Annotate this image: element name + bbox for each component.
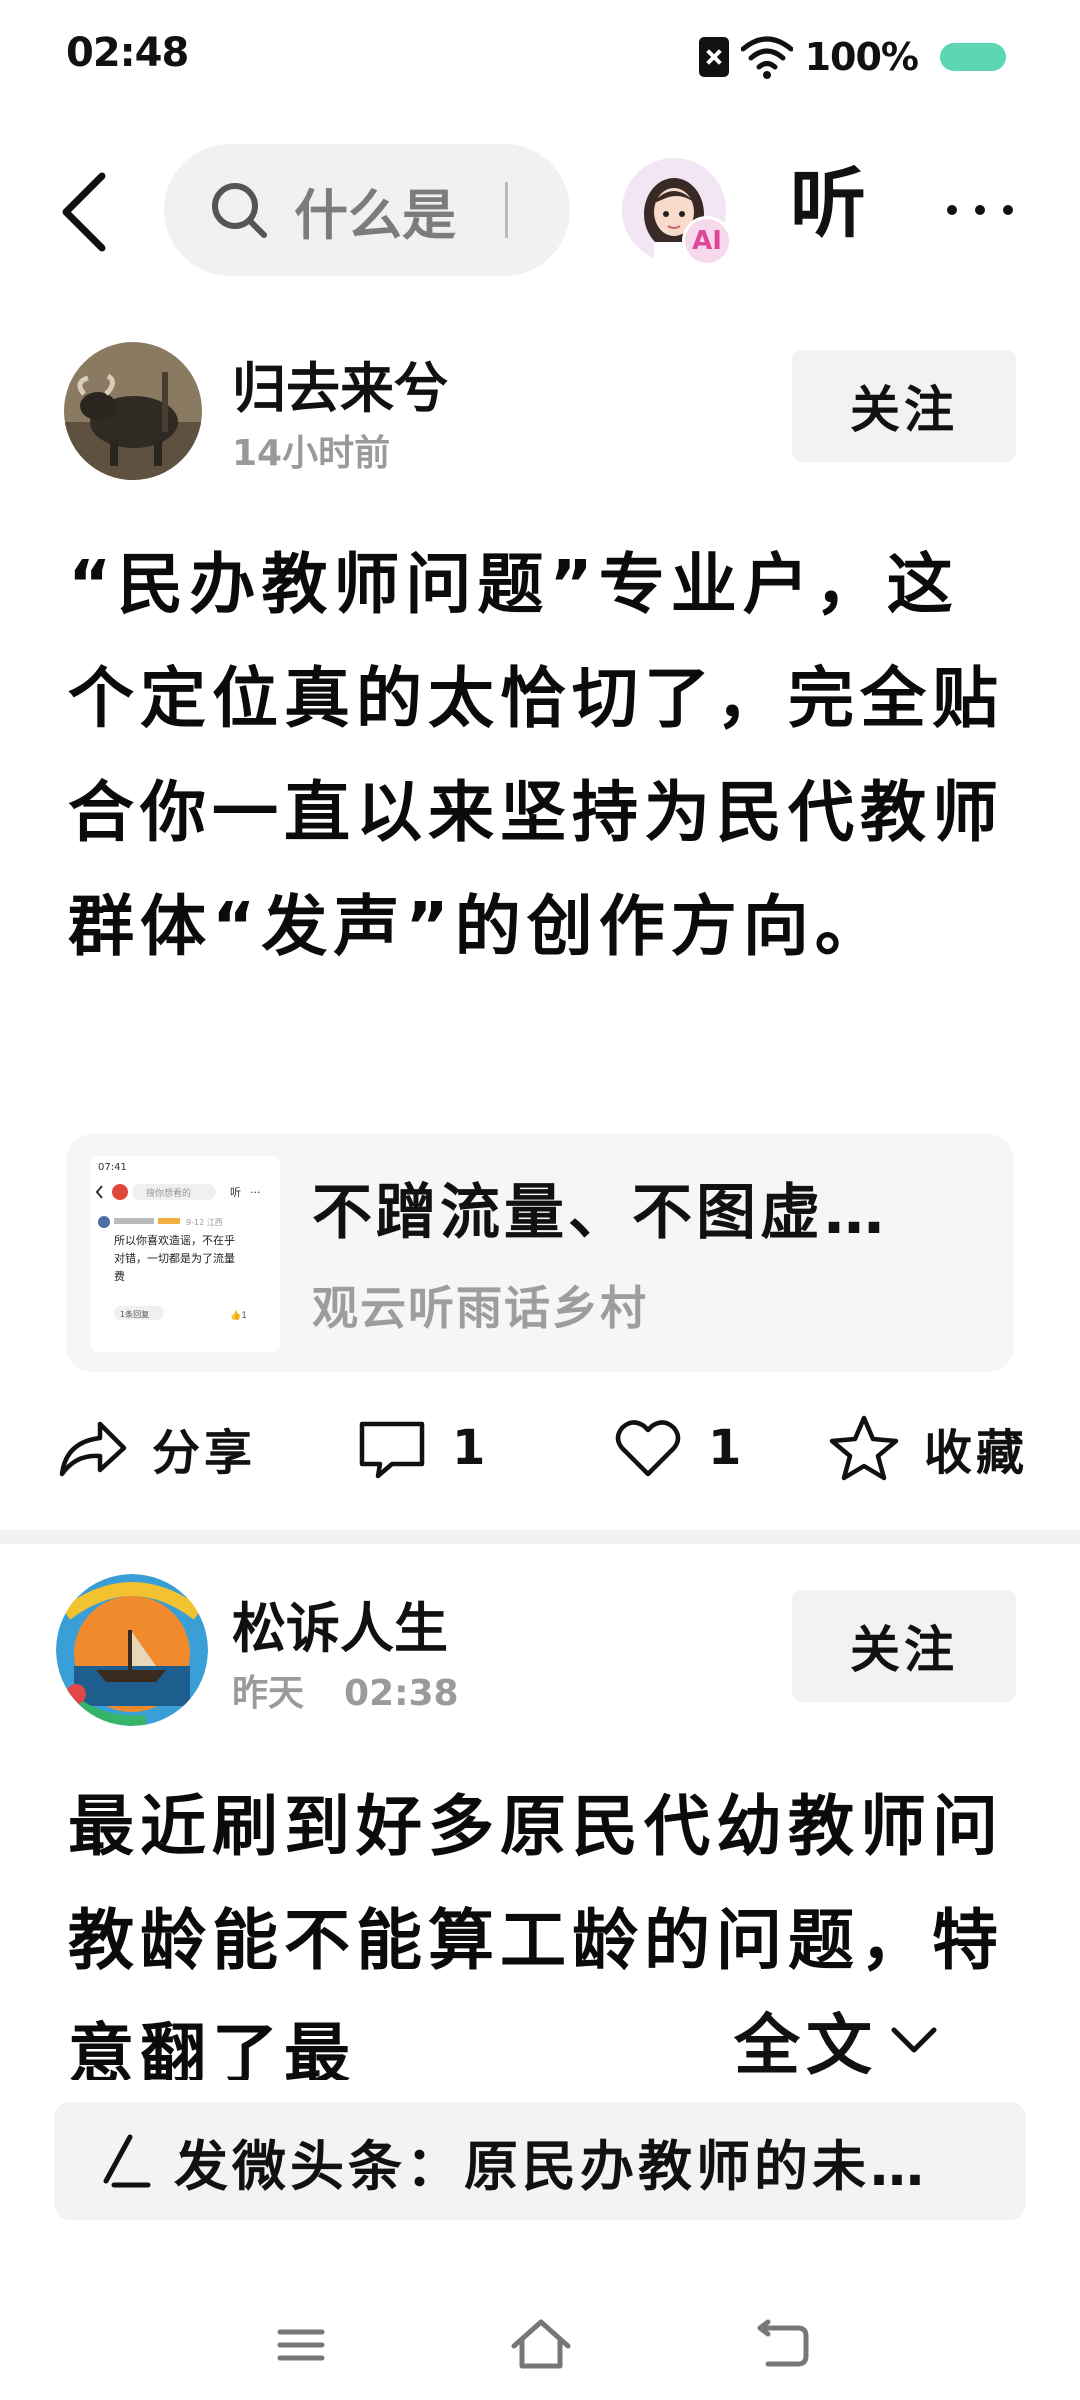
post-time: 昨天 02:38 bbox=[232, 1664, 459, 1716]
pen-icon bbox=[103, 2134, 151, 2188]
expand-label: 全文 bbox=[734, 2007, 878, 2084]
thumb-line1: 所以你喜欢造谣，不在乎 bbox=[114, 1233, 235, 1247]
share-icon bbox=[59, 1421, 127, 1477]
thumbnail-screenshot: 07:41 搜你想看的 听 ··· 9-12 江西 所以你喜欢造谣，不在乎 对错… bbox=[90, 1156, 280, 1352]
avatar[interactable] bbox=[56, 1574, 208, 1726]
heart-icon bbox=[615, 1420, 681, 1477]
ai-badge: AI bbox=[682, 216, 732, 266]
author-name[interactable]: 归去来兮 bbox=[232, 344, 448, 423]
post-time-day: 昨天 bbox=[232, 1673, 305, 1714]
status-time: 02:48 bbox=[66, 30, 189, 76]
avatar[interactable] bbox=[64, 342, 202, 480]
follow-button[interactable]: 关注 bbox=[792, 1590, 1016, 1702]
sunset-boat-avatar-image bbox=[56, 1574, 208, 1726]
system-nav-bar bbox=[0, 2280, 1080, 2400]
search-input[interactable]: 什么是 bbox=[164, 144, 570, 276]
battery-icon bbox=[940, 43, 1006, 71]
thumb-search: 搜你想看的 bbox=[146, 1187, 191, 1199]
quoted-post-source: 观云听雨话乡村 bbox=[312, 1281, 648, 1335]
compose-bar[interactable]: 发微头条：原民办教师的未… bbox=[54, 2102, 1026, 2220]
listen-button[interactable]: 听 bbox=[790, 166, 866, 242]
follow-button[interactable]: 关注 bbox=[792, 350, 1016, 462]
thumb-time: 07:41 bbox=[98, 1162, 127, 1173]
post-header: 归去来兮 14小时前 关注 bbox=[0, 342, 1080, 492]
more-icon[interactable] bbox=[940, 180, 1020, 240]
post-body[interactable]: “民办教师问题”专业户，这个定位真的太恰切了，完全贴合你一直以来坚持为民代教师群… bbox=[68, 528, 1018, 984]
compose-text: 发微头条：原民办教师的未… bbox=[174, 2134, 928, 2198]
share-label: 分享 bbox=[152, 1425, 257, 1481]
no-sim-icon bbox=[698, 37, 729, 77]
status-icons: 100% bbox=[698, 32, 1006, 82]
post-time: 14小时前 bbox=[232, 433, 391, 474]
thumb-line2: 对错，一切都是为了流量 bbox=[114, 1251, 235, 1265]
search-placeholder: 什么是 bbox=[294, 183, 456, 247]
share-button[interactable]: 分享 bbox=[56, 1410, 256, 1486]
post-header: 松诉人生 昨天 02:38 关注 bbox=[0, 1574, 1080, 1732]
battery-percent: 100% bbox=[804, 35, 919, 79]
thumb-reply: 1条回复 bbox=[120, 1309, 149, 1319]
thumb-listen: 听 bbox=[230, 1186, 241, 1199]
search-icon bbox=[212, 183, 267, 238]
favorite-label: 收藏 bbox=[924, 1425, 1029, 1481]
wifi-icon bbox=[740, 36, 793, 79]
thumb-line3: 费 bbox=[114, 1270, 125, 1283]
home-icon[interactable] bbox=[506, 2310, 576, 2380]
post-time-clock: 02:38 bbox=[344, 1673, 459, 1714]
screen: 02:48 100% 什么是 AI 听 归去来兮 14小时前 关注 “民办教师问… bbox=[0, 0, 1080, 2400]
svg-text:···: ··· bbox=[250, 1186, 261, 1199]
status-bar: 02:48 100% bbox=[0, 0, 1080, 110]
post-divider bbox=[0, 1530, 1080, 1544]
comment-count: 1 bbox=[452, 1420, 490, 1476]
author-name[interactable]: 松诉人生 bbox=[232, 1584, 448, 1663]
top-bar: 什么是 AI 听 bbox=[0, 140, 1080, 280]
like-count: 1 bbox=[708, 1420, 746, 1476]
favorite-button[interactable]: 收藏 bbox=[828, 1410, 1028, 1486]
quoted-post-title: 不蹭流量、不图虚… bbox=[312, 1178, 888, 1248]
chevron-down-icon bbox=[891, 2027, 937, 2053]
back-button[interactable] bbox=[52, 162, 122, 262]
expand-full-text-button[interactable]: 全文 bbox=[720, 1995, 942, 2085]
post-actions: 分享 1 1 收藏 bbox=[0, 1398, 1080, 1498]
thumb-date: 9-12 江西 bbox=[186, 1218, 223, 1227]
comment-button[interactable]: 1 bbox=[356, 1410, 489, 1486]
buffalo-avatar-image bbox=[64, 342, 202, 480]
like-button[interactable]: 1 bbox=[612, 1410, 745, 1486]
menu-icon[interactable] bbox=[266, 2310, 336, 2380]
comment-icon bbox=[359, 1421, 425, 1479]
quoted-post-card[interactable]: 07:41 搜你想看的 听 ··· 9-12 江西 所以你喜欢造谣，不在乎 对错… bbox=[66, 1134, 1014, 1372]
quoted-post-thumbnail: 07:41 搜你想看的 听 ··· 9-12 江西 所以你喜欢造谣，不在乎 对错… bbox=[90, 1156, 280, 1352]
search-caret bbox=[505, 182, 508, 238]
star-icon bbox=[829, 1415, 899, 1481]
svg-text:👍1: 👍1 bbox=[230, 1309, 247, 1321]
back-nav-icon[interactable] bbox=[746, 2310, 816, 2380]
